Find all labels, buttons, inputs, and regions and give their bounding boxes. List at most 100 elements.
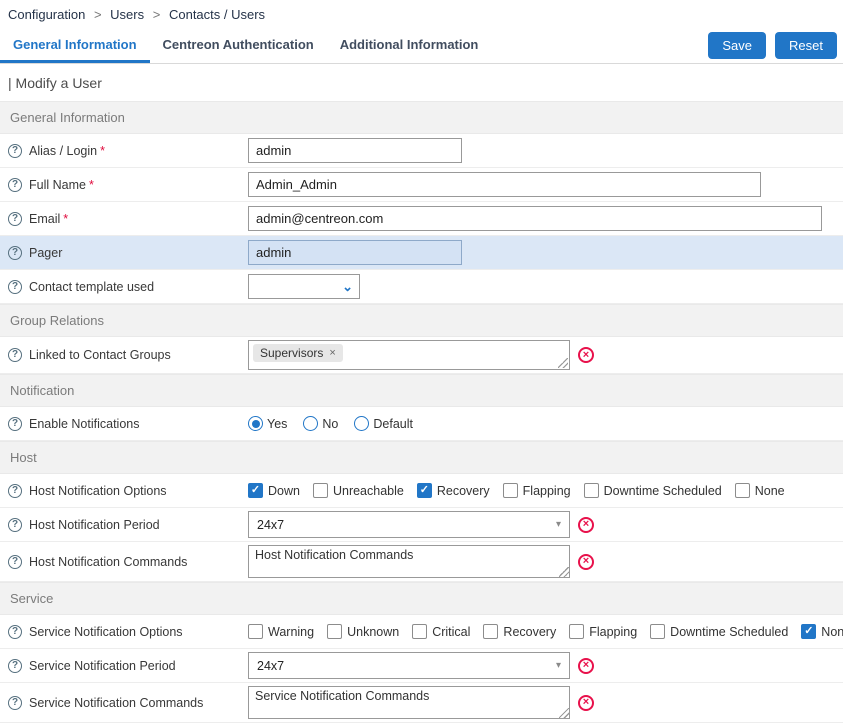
- checkbox-host-unreachable[interactable]: Unreachable: [313, 483, 404, 498]
- clear-service-period-icon[interactable]: ×: [578, 658, 594, 674]
- checkbox-service-downtime-scheduled[interactable]: Downtime Scheduled: [650, 624, 788, 639]
- field-label: Pager: [29, 246, 62, 260]
- help-icon[interactable]: ?: [8, 417, 22, 431]
- checkbox-service-flapping[interactable]: Flapping: [569, 624, 637, 639]
- tab-general-information[interactable]: General Information: [0, 27, 150, 63]
- pager-input[interactable]: [248, 240, 462, 265]
- breadcrumb: Configuration > Users > Contacts / Users: [0, 0, 843, 27]
- checkbox-service-recovery[interactable]: Recovery: [483, 624, 556, 639]
- help-icon[interactable]: ?: [8, 246, 22, 260]
- tag-supervisors[interactable]: Supervisors ×: [253, 344, 343, 362]
- resize-handle[interactable]: [559, 708, 569, 718]
- clear-host-commands-icon[interactable]: ×: [578, 554, 594, 570]
- tab-centreon-authentication[interactable]: Centreon Authentication: [150, 27, 327, 63]
- checkbox-label: Downtime Scheduled: [670, 625, 788, 639]
- section-header-service: Service: [0, 582, 843, 615]
- tag-remove-icon[interactable]: ×: [329, 348, 335, 359]
- field-label: Email: [29, 212, 60, 226]
- action-buttons: Save Reset: [708, 32, 843, 59]
- radio-icon[interactable]: [354, 416, 369, 431]
- help-icon[interactable]: ?: [8, 144, 22, 158]
- help-icon[interactable]: ?: [8, 625, 22, 639]
- help-icon[interactable]: ?: [8, 555, 22, 569]
- resize-handle[interactable]: [558, 358, 568, 368]
- host-notification-commands-textarea[interactable]: Host Notification Commands: [248, 545, 570, 578]
- field-label: Host Notification Commands: [29, 555, 187, 569]
- checkbox-icon[interactable]: [735, 483, 750, 498]
- clear-host-period-icon[interactable]: ×: [578, 517, 594, 533]
- checkbox-label: Downtime Scheduled: [604, 484, 722, 498]
- save-button[interactable]: Save: [708, 32, 766, 59]
- label-cell: ? Host Notification Period: [8, 518, 248, 532]
- service-options-checkbox-group: Warning Unknown Critical Recovery Flappi…: [248, 624, 843, 639]
- help-icon[interactable]: ?: [8, 212, 22, 226]
- checkbox-host-down[interactable]: Down: [248, 483, 300, 498]
- reset-button[interactable]: Reset: [775, 32, 837, 59]
- tab-additional-information[interactable]: Additional Information: [327, 27, 492, 63]
- checkbox-icon[interactable]: [412, 624, 427, 639]
- checkbox-icon[interactable]: [313, 483, 328, 498]
- label-cell: ? Host Notification Options: [8, 484, 248, 498]
- alias-login-input[interactable]: [248, 138, 462, 163]
- host-notification-period-select[interactable]: 24x7 ▾: [248, 511, 570, 538]
- checkbox-icon[interactable]: [584, 483, 599, 498]
- radio-no[interactable]: No: [303, 416, 338, 431]
- field-label: Host Notification Options: [29, 484, 167, 498]
- checkbox-host-flapping[interactable]: Flapping: [503, 483, 571, 498]
- radio-yes[interactable]: Yes: [248, 416, 287, 431]
- resize-handle[interactable]: [559, 567, 569, 577]
- form-row-host-notification-period: ? Host Notification Period 24x7 ▾ ×: [0, 508, 843, 542]
- label-cell: ? Linked to Contact Groups: [8, 348, 248, 362]
- checkbox-label: Down: [268, 484, 300, 498]
- checkbox-service-warning[interactable]: Warning: [248, 624, 314, 639]
- checkbox-icon[interactable]: [248, 483, 263, 498]
- service-notification-commands-textarea[interactable]: Service Notification Commands: [248, 686, 570, 719]
- clear-contact-groups-icon[interactable]: ×: [578, 347, 594, 363]
- breadcrumb-contacts-users[interactable]: Contacts / Users: [169, 7, 265, 22]
- section-header-group-relations: Group Relations: [0, 304, 843, 337]
- help-icon[interactable]: ?: [8, 178, 22, 192]
- breadcrumb-configuration[interactable]: Configuration: [8, 7, 85, 22]
- radio-icon[interactable]: [248, 416, 263, 431]
- form-row-alias-login: ? Alias / Login *: [0, 134, 843, 168]
- label-cell: ? Service Notification Commands: [8, 696, 248, 710]
- help-icon[interactable]: ?: [8, 659, 22, 673]
- textarea-wrap: Host Notification Commands: [248, 545, 570, 578]
- clear-service-commands-icon[interactable]: ×: [578, 695, 594, 711]
- radio-default[interactable]: Default: [354, 416, 413, 431]
- contact-groups-multiselect[interactable]: Supervisors ×: [248, 340, 570, 370]
- required-marker: *: [63, 212, 68, 226]
- required-marker: *: [100, 144, 105, 158]
- checkbox-host-none[interactable]: None: [735, 483, 785, 498]
- help-icon[interactable]: ?: [8, 518, 22, 532]
- help-icon[interactable]: ?: [8, 484, 22, 498]
- checkbox-icon[interactable]: [650, 624, 665, 639]
- checkbox-service-unknown[interactable]: Unknown: [327, 624, 399, 639]
- label-cell: ? Full Name *: [8, 178, 248, 192]
- breadcrumb-users[interactable]: Users: [110, 7, 144, 22]
- checkbox-label: Warning: [268, 625, 314, 639]
- checkbox-icon[interactable]: [503, 483, 518, 498]
- form-row-service-notification-commands: ? Service Notification Commands Service …: [0, 683, 843, 723]
- help-icon[interactable]: ?: [8, 696, 22, 710]
- checkbox-icon[interactable]: [417, 483, 432, 498]
- service-notification-period-select[interactable]: 24x7 ▾: [248, 652, 570, 679]
- contact-template-select[interactable]: ⌄: [248, 274, 360, 299]
- checkbox-host-recovery[interactable]: Recovery: [417, 483, 490, 498]
- checkbox-icon[interactable]: [483, 624, 498, 639]
- checkbox-service-none[interactable]: None: [801, 624, 843, 639]
- radio-icon[interactable]: [303, 416, 318, 431]
- checkbox-service-critical[interactable]: Critical: [412, 624, 470, 639]
- field-label: Service Notification Options: [29, 625, 183, 639]
- section-header-host: Host: [0, 441, 843, 474]
- email-input[interactable]: [248, 206, 822, 231]
- checkbox-icon[interactable]: [801, 624, 816, 639]
- checkbox-host-downtime-scheduled[interactable]: Downtime Scheduled: [584, 483, 722, 498]
- full-name-input[interactable]: [248, 172, 761, 197]
- checkbox-icon[interactable]: [248, 624, 263, 639]
- checkbox-icon[interactable]: [327, 624, 342, 639]
- service-notification-period-value: 24x7: [257, 659, 284, 673]
- checkbox-icon[interactable]: [569, 624, 584, 639]
- help-icon[interactable]: ?: [8, 348, 22, 362]
- help-icon[interactable]: ?: [8, 280, 22, 294]
